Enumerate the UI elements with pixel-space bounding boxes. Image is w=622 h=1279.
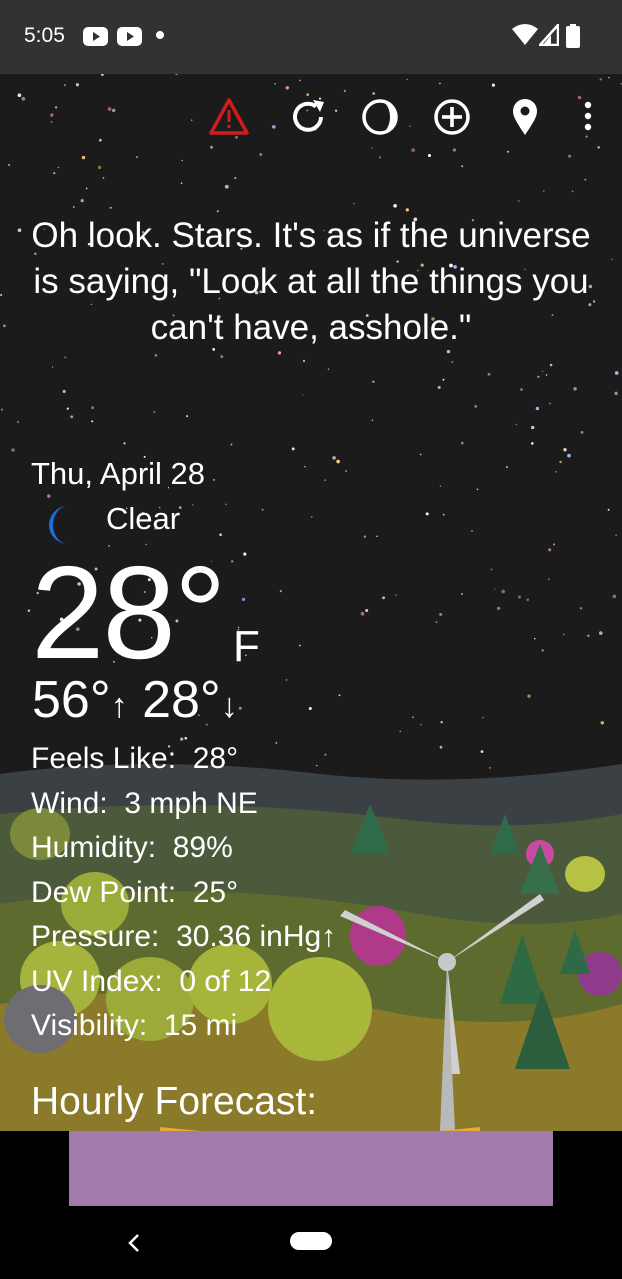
hourly-forecast-chart[interactable] [69, 1131, 553, 1206]
detail-value: 3 mph NE [124, 786, 258, 820]
notification-dot-icon [156, 31, 164, 39]
detail-label: Visibility: [31, 1009, 148, 1042]
detail-value: 89% [172, 831, 233, 864]
temperature-unit: F [233, 622, 260, 671]
detail-visibility: Visibility: 15 mi [31, 1004, 336, 1049]
cell-signal-icon [539, 24, 559, 46]
home-button[interactable] [290, 1232, 332, 1250]
high-temperature: 56° [32, 671, 111, 729]
low-temperature: 28° [142, 671, 221, 729]
detail-value: 28° [192, 742, 239, 775]
detail-pressure: Pressure: 30.36 inHg↑ [31, 915, 336, 960]
wifi-icon [512, 24, 538, 45]
status-bar: 5:05 [0, 0, 622, 74]
weather-details-list: Feels Like: 28° Wind: 3 mph NE Humidity:… [31, 737, 336, 1049]
back-icon[interactable] [124, 1232, 144, 1254]
detail-wind: Wind: 3 mph NE [31, 782, 336, 827]
refresh-icon[interactable] [288, 97, 328, 137]
detail-uv-index: UV Index: 0 of 12 [31, 960, 336, 1005]
high-low-temperatures: 56°↑ 28°↓ [32, 670, 238, 730]
current-temperature: 28° [31, 539, 227, 686]
warning-icon[interactable] [209, 97, 249, 137]
detail-humidity: Humidity: 89% [31, 826, 336, 871]
detail-label: UV Index: [31, 964, 163, 998]
detail-label: Humidity: [31, 831, 157, 864]
arrow-up-icon: ↑ [110, 687, 128, 725]
detail-value: 25° [192, 875, 239, 909]
detail-value: 0 of 12 [179, 964, 272, 998]
detail-value: 30.36 inHg↑ [176, 920, 337, 953]
moon-phase-icon[interactable] [360, 97, 400, 137]
location-pin-icon[interactable] [505, 97, 545, 137]
forecast-date: Thu, April 28 [31, 456, 206, 491]
youtube-notification-icon [83, 27, 108, 46]
detail-value: 15 mi [163, 1009, 238, 1042]
condition-label: Clear [106, 501, 181, 536]
battery-icon [566, 24, 580, 48]
status-time: 5:05 [24, 24, 65, 47]
more-options-icon[interactable] [568, 97, 608, 137]
hourly-forecast-title: Hourly Forecast: [31, 1080, 318, 1123]
detail-label: Feels Like: [31, 742, 177, 775]
snarky-quote: Oh look. Stars. It's as if the universe … [31, 216, 591, 347]
detail-label: Pressure: [31, 920, 160, 953]
youtube-notification-icon [117, 27, 142, 46]
detail-dew-point: Dew Point: 25° [31, 871, 336, 916]
add-location-icon[interactable] [432, 97, 472, 137]
detail-label: Dew Point: [31, 875, 177, 909]
detail-label: Wind: [31, 786, 108, 820]
arrow-down-icon: ↓ [220, 687, 238, 725]
detail-feels-like: Feels Like: 28° [31, 737, 336, 782]
